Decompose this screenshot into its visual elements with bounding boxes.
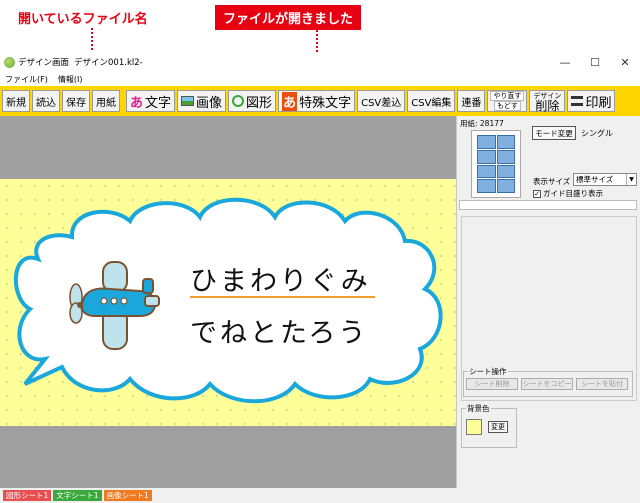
toolbar: 新規 読込 保存 用紙 あ 文字 画像 図形 あ 特殊文字 CSV差込 CSV編… — [0, 86, 640, 116]
print-button-label: 印刷 — [585, 95, 612, 111]
speech-cloud — [0, 179, 456, 426]
window-controls: — ☐ ✕ — [550, 52, 640, 72]
label-text-line2[interactable]: でねとたろう — [190, 311, 368, 350]
paper-cell — [496, 179, 515, 193]
image-button[interactable]: 画像 — [177, 90, 227, 112]
bg-color-swatch[interactable] — [466, 419, 482, 435]
image-button-label: 画像 — [196, 95, 223, 111]
property-panel: 用紙: 28177 モード変更 シングル 表示サイズ 標準サイズ ▼ ✓ ガイド… — [456, 116, 640, 488]
paper-code-label: 用紙: 28177 — [460, 119, 504, 128]
background-color-group: 背景色 変更 — [461, 403, 517, 448]
menu-info[interactable]: 情報(I) — [53, 74, 88, 85]
paper-cell — [477, 135, 496, 149]
annotation-open-file-label: 開いているファイル名 — [18, 12, 148, 27]
display-size-label: 表示サイズ — [533, 177, 571, 186]
image-icon — [181, 96, 195, 106]
redo-undo-group: やり直す もどす — [487, 90, 528, 112]
shape-button[interactable]: 図形 — [228, 90, 277, 112]
csv-insert-button[interactable]: CSV差込 — [357, 90, 406, 112]
annotation-connector-left — [91, 28, 93, 54]
csv-edit-button[interactable]: CSV編集 — [407, 90, 456, 112]
label-sheet[interactable]: ひまわりぐみ でねとたろう — [0, 179, 456, 426]
print-button[interactable]: 印刷 — [567, 90, 616, 112]
new-button[interactable]: 新規 — [2, 90, 30, 112]
design-canvas[interactable]: ひまわりぐみ でねとたろう — [0, 116, 456, 488]
bg-color-change-button[interactable]: 変更 — [488, 421, 508, 433]
paper-preview[interactable] — [471, 130, 521, 198]
serial-number-button[interactable]: 連番 — [457, 90, 486, 112]
guide-checkbox[interactable]: ✓ — [533, 189, 541, 198]
maximize-button[interactable]: ☐ — [580, 52, 610, 72]
paper-cell — [496, 164, 515, 179]
circle-icon — [232, 95, 245, 107]
title-bar: デザイン画面 デザイン001.kl2- — ☐ ✕ — [0, 52, 640, 72]
paper-cell — [496, 149, 515, 164]
guide-toggle[interactable]: ✓ ガイド目盛り表示 — [533, 188, 603, 199]
label-text-line1[interactable]: ひまわりぐみ — [190, 259, 371, 298]
guide-label: ガイド目盛り表示 — [543, 189, 603, 198]
menu-bar: ファイル(F) 情報(I) — [0, 72, 640, 86]
sheet-tabs: 図形シート1 文字シート1 画像シート1 — [0, 488, 640, 503]
chevron-down-icon: ▼ — [626, 174, 636, 185]
sheet-operations-group: シート操作 シート削除 シートをコピー シートを貼付 — [463, 366, 633, 397]
sheet-delete-button[interactable]: シート削除 — [466, 378, 518, 390]
annotation-connector-right — [316, 30, 318, 52]
text-button[interactable]: あ 文字 — [126, 90, 176, 112]
save-button[interactable]: 保存 — [62, 90, 90, 112]
mode-value: シングル — [581, 129, 613, 138]
paper-button[interactable]: 用紙 — [92, 90, 120, 112]
display-size-value: 標準サイズ — [576, 175, 614, 184]
bg-color-label: 背景色 — [466, 403, 491, 414]
window-title: デザイン画面 — [18, 58, 70, 68]
paper-cell — [477, 149, 496, 164]
annotation-file-opened-label: ファイルが開きました — [215, 5, 362, 30]
shape-button-label: 図形 — [246, 95, 273, 111]
property-input-bar[interactable] — [459, 200, 637, 210]
menu-file[interactable]: ファイル(F) — [0, 74, 53, 85]
paper-cell — [496, 135, 515, 149]
paper-cell — [477, 179, 496, 193]
minimize-button[interactable]: — — [550, 52, 580, 72]
sheet-ops-label: シート操作 — [468, 366, 508, 377]
design-delete-button[interactable]: デザイン 削除 — [529, 90, 566, 113]
window-file-name: デザイン001.kl2- — [74, 58, 143, 68]
tab-text-sheet[interactable]: 文字シート1 — [53, 490, 102, 501]
sheet-copy-button[interactable]: シートをコピー — [521, 378, 573, 390]
special-text-button-label: 特殊文字 — [299, 95, 352, 111]
paper-cell — [477, 164, 496, 179]
open-button[interactable]: 読込 — [32, 90, 60, 112]
app-icon — [4, 56, 15, 68]
tab-image-sheet[interactable]: 画像シート1 — [103, 490, 152, 501]
sheet-paste-button[interactable]: シートを貼付 — [576, 378, 628, 390]
special-text-icon: あ — [282, 91, 298, 111]
printer-icon — [571, 96, 584, 106]
close-button[interactable]: ✕ — [610, 52, 640, 72]
design-delete-label: 削除 — [535, 99, 560, 113]
text-icon: あ — [130, 95, 144, 111]
redo-button[interactable]: やり直す — [490, 91, 525, 101]
special-text-button[interactable]: あ 特殊文字 — [278, 90, 356, 112]
tab-shape-sheet[interactable]: 図形シート1 — [3, 490, 52, 501]
display-size-select[interactable]: 標準サイズ ▼ — [573, 173, 637, 186]
mode-change-button[interactable]: モード変更 — [532, 126, 576, 140]
text-button-label: 文字 — [145, 95, 172, 111]
sheet-ops-buttons: シート削除 シートをコピー シートを貼付 — [466, 378, 631, 390]
undo-button[interactable]: もどす — [494, 101, 521, 111]
